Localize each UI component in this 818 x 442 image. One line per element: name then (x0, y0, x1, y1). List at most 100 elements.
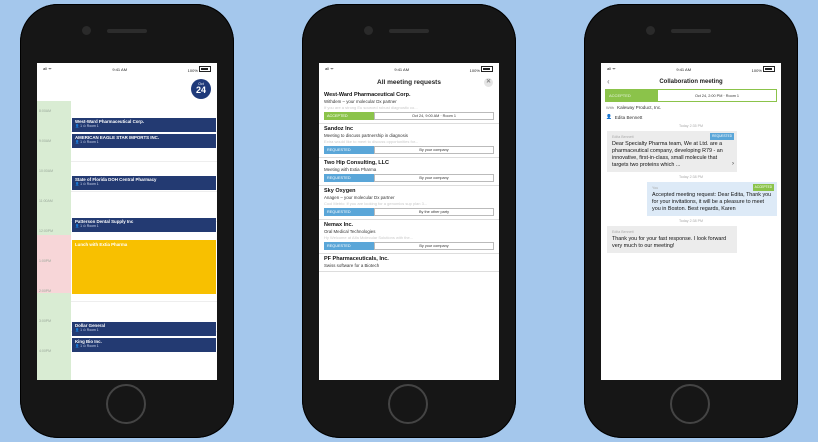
speaker-grill (389, 29, 429, 33)
speaker-grill (671, 29, 711, 33)
message-timestamp: Today 2:38 PM (679, 175, 703, 179)
status-badge: REQUESTED (324, 242, 374, 250)
request-preview: Cool Metric: If you are looking for a ge… (324, 201, 428, 206)
request-info: By your company (374, 242, 494, 250)
request-item[interactable]: PF Pharmaceuticals, Inc. Swiss software … (319, 254, 499, 272)
time-label: 9:00AM (39, 139, 52, 143)
request-item[interactable]: Nemax Inc. Oral Medical Technologies Hy … (319, 220, 499, 254)
status-time: 9:41 AM (112, 66, 128, 72)
request-company: Sandoz Inc (324, 126, 354, 132)
request-company: PF Pharmaceuticals, Inc. (324, 256, 389, 262)
message-text: Thank you for your fast response. I look… (612, 236, 727, 249)
request-subject: Meeting with Extia Pharma (324, 167, 377, 172)
meeting-status-bar: ACCEPTED Oct 24, 2:00 PM · Room 1 (605, 89, 777, 102)
time-label: 3:00PM (39, 319, 52, 323)
request-subject: Anagen – your molecular Dx partner (324, 195, 395, 200)
time-label: 4:00PM (39, 349, 52, 353)
battery-text: 100% (187, 67, 198, 73)
close-icon[interactable]: ✕ (484, 78, 493, 87)
time-label: 12:00PM (39, 229, 54, 233)
message-bubble[interactable]: REQUESTED Edita Bennett Dear Specialty P… (607, 131, 737, 172)
event-meta: 👤 1 ⊙ Room 1 (75, 344, 99, 348)
message-text: Dear Specialty Pharma team, We at Ltd. a… (612, 141, 723, 168)
status-time: 9:41 AM (394, 66, 410, 72)
meeting-company: Kaleway Product, Inc. (617, 105, 662, 110)
attendee-icon: 👤 (606, 114, 612, 119)
requests-screen: all ᯤ 9:41 AM 100% All meeting requests … (319, 63, 499, 380)
signal-icon: all ᯤ (43, 66, 52, 71)
back-icon[interactable]: ‹ (607, 75, 610, 89)
phone-chat: all ᯤ 9:41 AM 100% ‹ Collaboration meeti… (584, 4, 798, 438)
request-company: Two Hip Consulting, LLC (324, 160, 389, 166)
request-item[interactable]: Two Hip Consulting, LLC Meeting with Ext… (319, 158, 499, 186)
status-bar: all ᯤ 9:41 AM 100% (37, 63, 217, 75)
request-item[interactable]: West-Ward Pharmaceutical Corp. Withdem –… (319, 90, 499, 124)
date-day: 24 (195, 85, 206, 95)
signal-icon: all ᯤ (607, 66, 616, 71)
request-preview: Extra would like to meet to discuss oppo… (324, 139, 419, 144)
page-title-text: All meeting requests (377, 79, 441, 86)
hour-divider (71, 301, 217, 302)
status-bar: all ᯤ 9:41 AM 100% (601, 63, 781, 75)
calendar-event[interactable]: Dollar General 👤 1 ⊙ Room 1 (72, 322, 216, 336)
camera-dot (82, 26, 91, 35)
calendar-header: Oct 24 (37, 75, 217, 101)
battery-text: 100% (469, 67, 480, 73)
camera-dot (364, 26, 373, 35)
battery-text: 100% (751, 67, 762, 73)
home-button[interactable] (388, 384, 428, 424)
request-info: By your company (374, 174, 494, 182)
request-item[interactable]: Sandoz Inc Meeting to discuss partnershi… (319, 124, 499, 158)
message-sender: Edita Bennett (612, 230, 634, 234)
home-button[interactable] (670, 384, 710, 424)
calendar-event[interactable]: AMERICAN EAGLE STAR IMPORTS INC. 👤 1 ⊙ R… (72, 134, 216, 148)
chevron-right-icon[interactable]: › (732, 161, 734, 168)
calendar-grid: 8:00AM 9:00AM 10:00AM 11:00AM 12:00PM 1:… (37, 101, 217, 380)
battery-icon (199, 65, 211, 72)
hour-divider (71, 191, 217, 192)
calendar-event[interactable]: Patterson Dental Supply Inc 👤 1 ⊙ Room 1 (72, 218, 216, 232)
calendar-screen: all ᯤ 9:41 AM 100% Oct 24 8:00AM 9:00AM … (37, 63, 217, 380)
request-subject: Swiss software for a Biotech (324, 263, 380, 268)
request-subject: Oral Medical Technologies (324, 229, 376, 234)
status-badge: REQUESTED (324, 174, 374, 182)
status-badge: REQUESTED (324, 208, 374, 216)
home-button[interactable] (106, 384, 146, 424)
event-meta: 👤 1 ⊙ Room 1 (75, 224, 99, 228)
meeting-with-row: With Kaleway Product, Inc. (601, 102, 781, 111)
request-company: West-Ward Pharmaceutical Corp. (324, 92, 411, 98)
calendar-event[interactable]: King Bio Inc. 👤 1 ⊙ Room 1 (72, 338, 216, 352)
attendee-row: 👤 Edita Bennett (601, 111, 781, 121)
chat-screen: all ᯤ 9:41 AM 100% ‹ Collaboration meeti… (601, 63, 781, 380)
calendar-event[interactable]: State of Florida DOH Central Pharmacy 👤 … (72, 176, 216, 190)
message-timestamp: Today 2:38 PM (679, 219, 703, 223)
status-badge: ACCEPTED (606, 90, 658, 101)
request-preview: If you are a strong Eu sourced robust di… (324, 105, 418, 110)
request-info: Oct 24, 9:00 AM · Room 1 (374, 112, 494, 120)
message-text: Accepted meeting request: Dear Edita, Th… (652, 192, 772, 212)
status-bar: all ᯤ 9:41 AM 100% (319, 63, 499, 75)
hour-divider (71, 161, 217, 162)
lunch-event[interactable]: Lunch with Extia Pharma (72, 240, 216, 294)
message-timestamp: Today 2:35 PM (679, 124, 703, 128)
page-title: All meeting requests ✕ (319, 75, 499, 90)
event-meta: 👤 1 ⊙ Room 1 (75, 140, 99, 144)
message-bubble[interactable]: ACCEPTED You Accepted meeting request: D… (647, 182, 777, 216)
meeting-datetime: Oct 24, 2:00 PM · Room 1 (694, 93, 740, 98)
calendar-event[interactable]: West-Ward Pharmaceutical Corp. 👤 1 ⊙ Roo… (72, 118, 216, 132)
status-badge: REQUESTED (324, 146, 374, 154)
signal-icon: all ᯤ (325, 66, 334, 71)
event-meta: 👤 1 ⊙ Room 1 (75, 182, 99, 186)
message-bubble[interactable]: Edita Bennett Thank you for your fast re… (607, 226, 737, 253)
request-info: By the other party (374, 208, 494, 216)
date-badge[interactable]: Oct 24 (191, 79, 211, 99)
camera-dot (646, 26, 655, 35)
status-badge: ACCEPTED (324, 112, 374, 120)
time-label: 2:00PM (39, 289, 52, 293)
attendee-name: Edita Bennett (614, 114, 643, 120)
phone-calendar: all ᯤ 9:41 AM 100% Oct 24 8:00AM 9:00AM … (20, 4, 234, 438)
page-title: ‹ Collaboration meeting (601, 75, 781, 89)
time-label: 11:00AM (39, 199, 53, 203)
phone-requests: all ᯤ 9:41 AM 100% All meeting requests … (302, 4, 516, 438)
request-item[interactable]: Sky Oxygen Anagen – your molecular Dx pa… (319, 186, 499, 220)
